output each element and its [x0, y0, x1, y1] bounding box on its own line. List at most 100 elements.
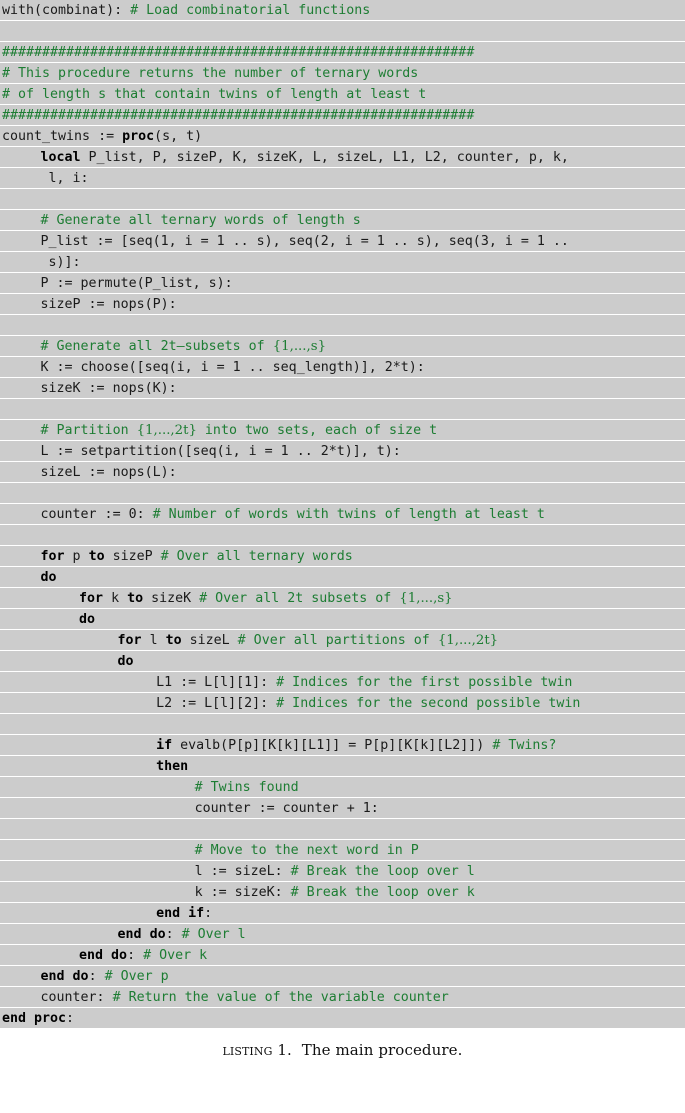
code-line-text: # Move to the next word in P	[0, 840, 685, 860]
code-line-text: k := sizeK: # Break the loop over k	[0, 882, 685, 902]
code-line-text: # This procedure returns the number of t…	[0, 63, 685, 83]
code-line-text: end if:	[0, 903, 685, 923]
code-comment: # Break the loop over l	[290, 864, 475, 879]
code-line: do	[0, 651, 685, 672]
code-line	[0, 525, 685, 546]
code-comment: # Over k	[143, 948, 208, 963]
code-line-text: for l to sizeL # Over all partitions of …	[0, 630, 685, 650]
code-line-text: if evalb(P[p][K[k][L1]] = P[p][K[k][L2]]…	[0, 735, 685, 755]
code-line: with(combinat): # Load combinatorial fun…	[0, 0, 685, 21]
code-line: end proc:	[0, 1008, 685, 1029]
code-line: counter: # Return the value of the varia…	[0, 987, 685, 1008]
code-line: counter := 0: # Number of words with twi…	[0, 504, 685, 525]
code-line-text: P := permute(P_list, s):	[0, 273, 685, 293]
code-line	[0, 714, 685, 735]
code-line-text: counter := 0: # Number of words with twi…	[0, 504, 685, 524]
code-line-text: sizeK := nops(K):	[0, 378, 685, 398]
code-token: L2 := L[l][2]:	[156, 696, 277, 711]
code-token: :	[165, 927, 182, 942]
code-comment: # Return the value of the variable count…	[112, 990, 449, 1005]
code-keyword: for	[117, 633, 142, 648]
code-line: end if:	[0, 903, 685, 924]
code-line: if evalb(P[p][K[k][L1]] = P[p][K[k][L2]]…	[0, 735, 685, 756]
code-token: counter := counter + 1:	[194, 801, 379, 816]
code-line-text: counter := counter + 1:	[0, 798, 685, 818]
code-keyword: then	[156, 759, 189, 774]
code-token: sizeL := nops(L):	[40, 465, 177, 480]
code-token: :	[127, 948, 144, 963]
code-line-text: local P_list, P, sizeP, K, sizeK, L, siz…	[0, 147, 685, 167]
code-comment: # Partition	[40, 423, 137, 438]
code-line-text: do	[0, 567, 685, 587]
code-comment: # Indices for the second possible twin	[276, 696, 581, 711]
code-comment: # Twins found	[194, 780, 299, 795]
code-token: sizeK	[143, 591, 200, 606]
code-comment: # Over l	[181, 927, 246, 942]
code-keyword: do	[79, 612, 96, 627]
code-keyword: end proc	[2, 1011, 67, 1026]
code-line-text: ########################################…	[0, 105, 685, 125]
code-token: count_twins :=	[2, 129, 123, 144]
code-comment: # Number of words with twins of length a…	[152, 507, 545, 522]
code-comment: # Generate all ternary words of length s	[40, 213, 361, 228]
code-comment: # Over all ternary words	[160, 549, 353, 564]
code-line-text: count_twins := proc(s, t)	[0, 126, 685, 146]
code-line: L := setpartition([seq(i, i = 1 .. 2*t)]…	[0, 441, 685, 462]
code-token: l := sizeL:	[194, 864, 291, 879]
code-keyword: end do	[79, 948, 128, 963]
code-line: ########################################…	[0, 105, 685, 126]
code-line: do	[0, 609, 685, 630]
code-comment-math: {1,...,s}	[272, 339, 327, 354]
code-line-text: with(combinat): # Load combinatorial fun…	[0, 0, 685, 20]
code-token: k := sizeK:	[194, 885, 291, 900]
code-token: L1 := L[l][1]:	[156, 675, 277, 690]
code-line-text: K := choose([seq(i, i = 1 .. seq_length)…	[0, 357, 685, 377]
code-line-text: l, i:	[0, 168, 685, 188]
code-token: k	[103, 591, 128, 606]
code-line-text: s)]:	[0, 252, 685, 272]
caption-number: 1.	[277, 1041, 292, 1059]
code-comment-math: {1,...,2t}	[136, 423, 197, 438]
code-line-text: do	[0, 651, 685, 671]
code-line-text: sizeL := nops(L):	[0, 462, 685, 482]
code-token: l, i:	[40, 171, 89, 186]
code-keyword: if	[156, 738, 173, 753]
code-keyword: for	[79, 591, 104, 606]
code-line: end do: # Over l	[0, 924, 685, 945]
code-line: L2 := L[l][2]: # Indices for the second …	[0, 693, 685, 714]
code-keyword: end do	[40, 969, 89, 984]
code-line-text: for p to sizeP # Over all ternary words	[0, 546, 685, 566]
code-comment: into two sets, each of size t	[196, 423, 438, 438]
code-line-text: L1 := L[l][1]: # Indices for the first p…	[0, 672, 685, 692]
code-comment: ########################################…	[2, 108, 475, 123]
code-comment: # Over all partitions of	[237, 633, 438, 648]
code-token: P := permute(P_list, s):	[40, 276, 233, 291]
code-token: p	[64, 549, 89, 564]
code-line-text: L2 := L[l][2]: # Indices for the second …	[0, 693, 685, 713]
code-line: # Twins found	[0, 777, 685, 798]
code-line: sizeP := nops(P):	[0, 294, 685, 315]
code-line	[0, 483, 685, 504]
code-token: sizeK := nops(K):	[40, 381, 177, 396]
code-line: local P_list, P, sizeP, K, sizeK, L, siz…	[0, 147, 685, 168]
code-token: :	[204, 906, 213, 921]
code-line-text: # Partition {1,...,2t} into two sets, ea…	[0, 420, 685, 440]
code-line: l, i:	[0, 168, 685, 189]
code-line	[0, 189, 685, 210]
code-comment-math: {1,...,s}	[399, 591, 453, 606]
code-token: counter:	[40, 990, 113, 1005]
code-line	[0, 819, 685, 840]
code-line	[0, 315, 685, 336]
code-line-text: do	[0, 609, 685, 629]
code-token: sizeP := nops(P):	[40, 297, 177, 312]
code-keyword: proc	[122, 129, 155, 144]
code-comment: # This procedure returns the number of t…	[2, 66, 419, 81]
code-line: P_list := [seq(1, i = 1 .. s), seq(2, i …	[0, 231, 685, 252]
code-line: # This procedure returns the number of t…	[0, 63, 685, 84]
code-line: L1 := L[l][1]: # Indices for the first p…	[0, 672, 685, 693]
